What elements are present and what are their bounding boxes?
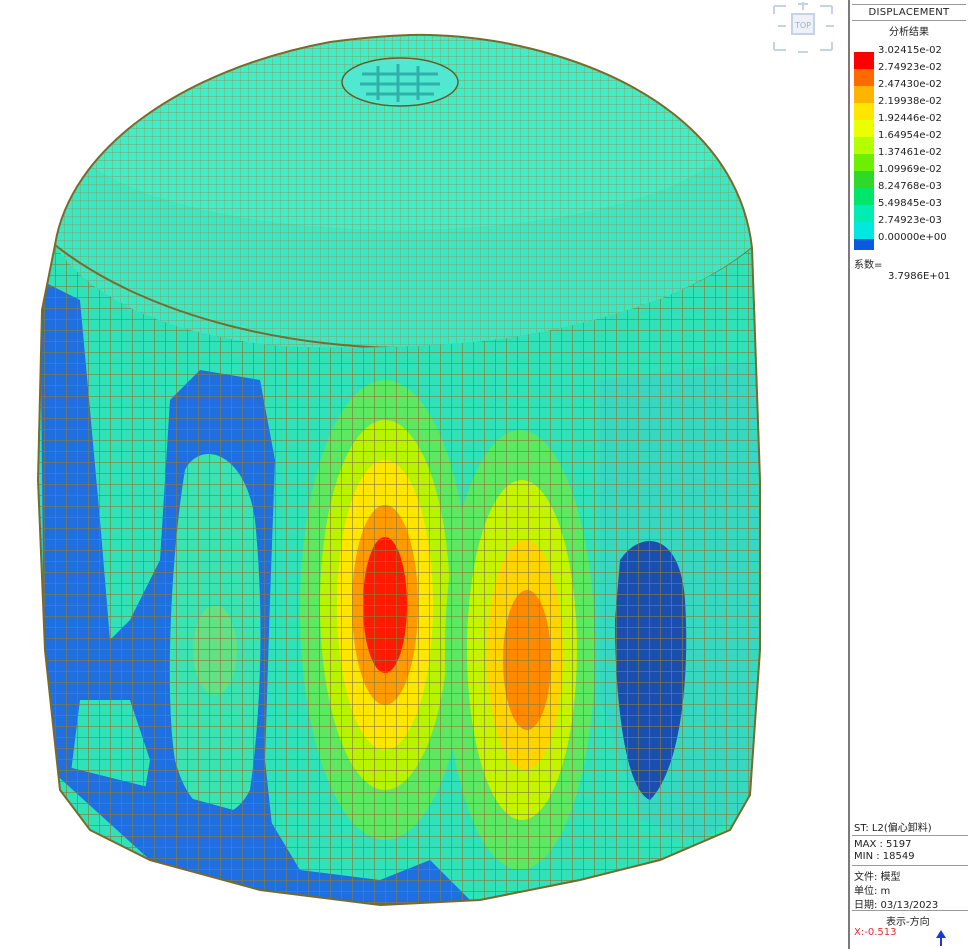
view-cube[interactable]: TOP (768, 0, 840, 58)
legend-row: 1.09969e-02 (854, 163, 966, 188)
legend-value: 2.74923e-02 (878, 62, 942, 73)
legend-value: 5.49845e-03 (878, 198, 942, 209)
results-panel: DISPLACEMENT 分析结果 3.02415e-02 2.74923e-02… (848, 0, 968, 949)
legend-value: 8.24768e-03 (878, 181, 942, 192)
legend-value: 1.09969e-02 (878, 164, 942, 175)
legend-value: 2.74923e-03 (878, 215, 942, 226)
unit-label: 单位: m (854, 886, 891, 897)
date-label: 日期: 03/13/2023 (854, 900, 939, 911)
legend-row: 1.64954e-02 (854, 129, 966, 154)
legend-row: 2.74923e-03 (854, 214, 966, 239)
legend-value: 1.92446e-02 (878, 113, 942, 124)
legend-value: 0.00000e+00 (878, 232, 947, 243)
model-viewport[interactable]: TOP (0, 0, 848, 949)
max-label: MAX : 5197 (854, 839, 912, 850)
legend-row: 0.00000e+00 (854, 231, 966, 250)
legend-row: 1.92446e-02 (854, 112, 966, 137)
legend-value: 1.64954e-02 (878, 130, 942, 141)
view-cube-label: TOP (794, 21, 811, 30)
legend-swatch (854, 239, 874, 250)
legend-value: 3.02415e-02 (878, 45, 942, 56)
legend-value: 2.19938e-02 (878, 96, 942, 107)
legend-value: 1.37461e-02 (878, 147, 942, 158)
factor-label: 系数= (854, 260, 883, 271)
step-label: ST: L2(偏心卸料) (854, 823, 932, 834)
displacement-contour-model[interactable] (0, 0, 848, 949)
min-label: MIN : 18549 (854, 851, 915, 862)
factor-value: 3.7986E+01 (888, 271, 951, 282)
view-direction-label: 表示-方向 (886, 917, 930, 928)
legend-row: 5.49845e-03 (854, 197, 966, 222)
x-direction-value: X:-0.513 (854, 927, 897, 938)
legend-row: 2.47430e-02 (854, 78, 966, 103)
file-label: 文件: 模型 (854, 872, 901, 883)
panel-subtitle: 分析结果 (889, 27, 929, 38)
axis-arrow-icon (936, 930, 946, 946)
legend-row: 1.37461e-02 (854, 146, 966, 171)
legend-row: 2.19938e-02 (854, 95, 966, 120)
legend-row: 2.74923e-02 (854, 61, 966, 86)
legend-value: 2.47430e-02 (878, 79, 942, 90)
panel-title: DISPLACEMENT (852, 4, 966, 21)
legend-row: 8.24768e-03 (854, 180, 966, 205)
legend-row: 3.02415e-02 (854, 44, 966, 69)
